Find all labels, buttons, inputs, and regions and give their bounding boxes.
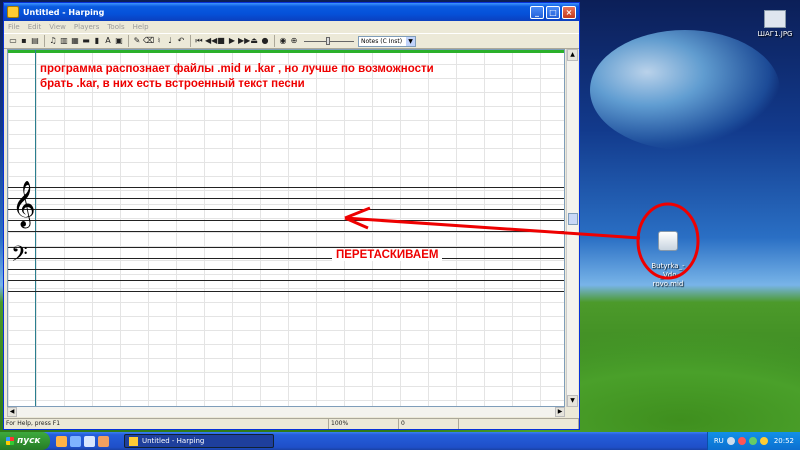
ie-icon[interactable]: [70, 435, 81, 447]
status-value: 0: [399, 419, 459, 429]
slider-thumb[interactable]: [326, 37, 330, 45]
instrument-combo[interactable]: Notes (C Inst) ▼: [358, 35, 416, 47]
metronome-icon[interactable]: ◉: [278, 36, 288, 46]
midi-file-icon: [658, 231, 678, 251]
menu-view[interactable]: View: [49, 23, 66, 31]
text-icon[interactable]: A: [103, 36, 113, 46]
language-indicator[interactable]: RU: [714, 437, 724, 445]
bass-staff: [8, 247, 564, 302]
scroll-thumb[interactable]: [568, 213, 578, 225]
status-bar: For Help, press F1 100% 0: [4, 418, 579, 429]
annotation-line-1: программа распознает файлы .mid и .kar ,…: [40, 63, 434, 75]
image-file-icon: [764, 10, 786, 28]
timeline-bar: [8, 50, 564, 53]
fast-forward-icon[interactable]: ▶▶: [238, 36, 250, 46]
keyboard-icon[interactable]: ▦: [70, 36, 80, 46]
start-label: пуск: [17, 436, 41, 446]
app-icon: [129, 436, 138, 446]
skip-start-icon[interactable]: ⏮: [194, 36, 204, 46]
annotation-text: программа распознает файлы .mid и .kar ,…: [40, 62, 434, 92]
desktop-icon-label: ШАГ1.JPG: [757, 30, 793, 38]
volume-icon[interactable]: [759, 437, 768, 445]
toolbar-separator: [128, 35, 129, 47]
minimize-button[interactable]: _: [530, 5, 544, 19]
tape-icon[interactable]: ▬: [81, 36, 91, 46]
media-icon[interactable]: [98, 435, 109, 447]
zoom-icon[interactable]: ⊕: [289, 36, 299, 46]
piano-icon[interactable]: ▮: [92, 36, 102, 46]
app-icon: [7, 6, 19, 18]
toolbar-separator: [44, 35, 45, 47]
desktop-icon-jpg[interactable]: ШАГ1.JPG: [755, 10, 795, 38]
close-button[interactable]: ×: [562, 5, 576, 19]
treble-clef-icon: 𝄞: [12, 181, 36, 227]
bass-clef-icon: 𝄢: [11, 242, 28, 272]
rewind-icon[interactable]: ◀◀: [205, 36, 217, 46]
vertical-scrollbar[interactable]: ▲ ▼: [566, 49, 578, 407]
lyrics-icon[interactable]: ▣: [114, 36, 124, 46]
drag-annotation: ПЕРЕТАСКИВАЕМ: [332, 249, 443, 261]
status-zoom: 100%: [329, 419, 399, 429]
task-label: Untitled - Harping: [142, 437, 205, 445]
system-tray: RU 20:52: [706, 432, 800, 450]
pencil-icon[interactable]: ✎: [132, 36, 142, 46]
grid-icon[interactable]: ▥: [59, 36, 69, 46]
clock: 20:52: [773, 437, 794, 445]
start-button[interactable]: пуск: [0, 432, 50, 450]
scroll-down-icon[interactable]: ▼: [567, 395, 578, 407]
notes-icon[interactable]: ♫: [48, 36, 58, 46]
undo-icon[interactable]: ↶: [176, 36, 186, 46]
antivirus-icon[interactable]: [737, 437, 746, 445]
tempo-slider[interactable]: [304, 36, 354, 46]
menu-edit[interactable]: Edit: [28, 23, 42, 31]
chevron-down-icon[interactable]: ▼: [406, 36, 415, 46]
taskbar-task-harping[interactable]: Untitled - Harping: [124, 434, 274, 448]
scroll-up-icon[interactable]: ▲: [567, 49, 578, 61]
status-empty: [459, 419, 579, 429]
show-desktop-icon[interactable]: [84, 435, 95, 447]
status-help-text: For Help, press F1: [4, 419, 329, 429]
transpose-icon[interactable]: ♮: [154, 36, 164, 46]
new-file-icon[interactable]: ▭: [8, 36, 18, 46]
toolbar-separator: [190, 35, 191, 47]
menu-bar: File Edit View Players Tools Help: [4, 21, 579, 33]
menu-players[interactable]: Players: [74, 23, 99, 31]
network-icon[interactable]: [726, 437, 735, 445]
toolbar: ▭ ▪ ▤ ♫ ▥ ▦ ▬ ▮ A ▣ ✎ ⌫ ♮ ♩ ↶ ⏮ ◀◀ ■ ▶ ▶…: [4, 33, 579, 49]
tempo-icon[interactable]: ♩: [165, 36, 175, 46]
stop-icon[interactable]: ■: [216, 36, 226, 46]
window-title: Untitled - Harping: [23, 7, 105, 17]
scroll-right-icon[interactable]: ▶: [555, 407, 565, 417]
firefox-icon[interactable]: [56, 435, 67, 447]
desktop-icon-midi[interactable]: Butyrka_-_Vdo rovo.mid: [643, 222, 693, 298]
record-icon[interactable]: ●: [260, 36, 270, 46]
maximize-button[interactable]: □: [546, 5, 560, 19]
menu-help[interactable]: Help: [133, 23, 149, 31]
scroll-left-icon[interactable]: ◀: [7, 407, 17, 417]
combo-value: Notes (C Inst): [361, 37, 403, 45]
play-icon[interactable]: ▶: [227, 36, 237, 46]
horizontal-scrollbar[interactable]: ◀ ▶: [7, 407, 565, 417]
wallpaper-planet: [590, 30, 780, 150]
windows-flag-icon: [6, 437, 14, 445]
eject-icon[interactable]: ⏏: [249, 36, 259, 46]
quick-launch: [56, 435, 112, 447]
title-bar[interactable]: Untitled - Harping _ □ ×: [4, 3, 579, 21]
score-area[interactable]: 𝄞 𝄢: [7, 49, 565, 407]
desktop-icon-label: Butyrka_-_Vdo rovo.mid: [651, 262, 685, 288]
save-icon[interactable]: ▪: [19, 36, 29, 46]
toolbar-separator: [274, 35, 275, 47]
menu-file[interactable]: File: [8, 23, 20, 31]
annotation-line-2: брать .kar, в них есть встроенный текст …: [40, 78, 305, 90]
tray-icon[interactable]: [748, 437, 757, 445]
menu-tools[interactable]: Tools: [107, 23, 124, 31]
taskbar: пуск Untitled - Harping RU 20:52: [0, 432, 800, 450]
print-icon[interactable]: ▤: [30, 36, 40, 46]
treble-staff: [8, 187, 564, 242]
eraser-icon[interactable]: ⌫: [143, 36, 154, 46]
